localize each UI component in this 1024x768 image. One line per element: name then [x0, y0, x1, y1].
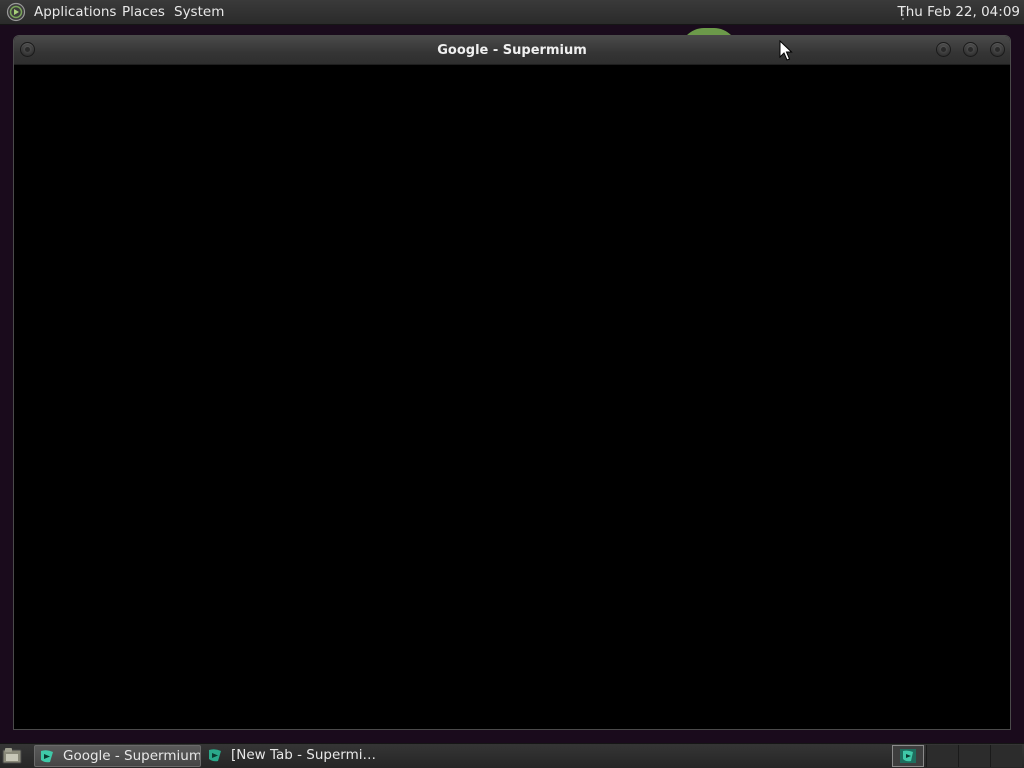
supermium-icon: [900, 749, 916, 763]
workspace-1[interactable]: [892, 745, 924, 767]
top-panel: Applications Places System Thu Feb 22, 0…: [0, 0, 1024, 25]
menu-places[interactable]: Places: [122, 4, 165, 21]
menu-system[interactable]: System: [174, 4, 224, 21]
taskbar-item-google-supermium[interactable]: Google - Supermium: [34, 745, 201, 767]
minimize-button[interactable]: [936, 42, 951, 57]
bottom-panel: Google - Supermium [New Tab - Supermi…: [0, 743, 1024, 768]
window-content[interactable]: [14, 65, 1010, 729]
workspace-2[interactable]: [926, 745, 958, 767]
taskbar-item-new-tab-supermium[interactable]: [New Tab - Supermi…: [203, 745, 383, 767]
close-button[interactable]: [990, 42, 1005, 57]
menu-applications[interactable]: Applications: [34, 4, 116, 21]
window-title: Google - Supermium: [437, 43, 587, 58]
mouse-cursor-icon: [779, 40, 793, 61]
workspace-4[interactable]: [990, 745, 1022, 767]
clock[interactable]: Thu Feb 22, 04:09: [897, 4, 1020, 21]
browser-window: Google - Supermium: [13, 35, 1011, 730]
taskbar-item-label: Google - Supermium: [63, 748, 201, 764]
maximize-button[interactable]: [963, 42, 978, 57]
menu-logo-icon[interactable]: [6, 2, 26, 22]
show-desktop-icon[interactable]: [2, 747, 22, 765]
window-titlebar[interactable]: Google - Supermium: [14, 36, 1010, 65]
supermium-icon: [209, 749, 221, 762]
workspace-3[interactable]: [958, 745, 990, 767]
taskbar-item-label: [New Tab - Supermi…: [231, 747, 377, 763]
supermium-icon: [41, 750, 53, 763]
